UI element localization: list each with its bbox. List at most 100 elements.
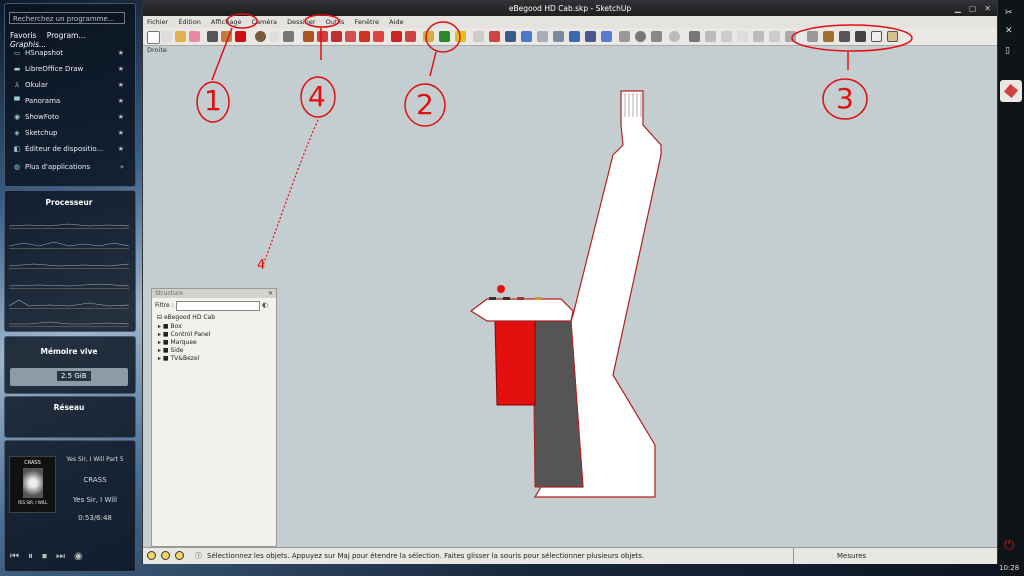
star-icon[interactable]: ★	[118, 94, 124, 109]
eraser-icon[interactable]	[189, 31, 200, 42]
outliner-root[interactable]: ⊟ eBegood HD Cab	[157, 314, 215, 321]
credits-icon[interactable]	[161, 551, 170, 560]
3d-text-icon[interactable]	[473, 31, 484, 42]
pan-icon[interactable]	[521, 31, 532, 42]
chevron-right-icon[interactable]: »	[120, 160, 124, 175]
view-front-icon[interactable]	[839, 31, 850, 42]
star-icon[interactable]: ★	[118, 78, 124, 93]
star-icon[interactable]: ★	[118, 62, 124, 77]
outliner-item[interactable]: ▸ ■ Box	[158, 323, 182, 330]
launcher-item[interactable]: ▭ HSnapshot ★	[12, 46, 124, 61]
zoom-extents-icon[interactable]	[585, 31, 596, 42]
launcher-item[interactable]: ◍ Plus d'applications »	[12, 160, 124, 175]
view-right-icon[interactable]	[855, 31, 866, 42]
menu-camera[interactable]: Caméra	[252, 18, 278, 26]
menu-outils[interactable]: Outils	[326, 18, 345, 26]
arc2-tool-icon[interactable]	[269, 31, 280, 42]
volume-icon[interactable]: ◉	[74, 551, 92, 562]
sketchup-task-icon[interactable]	[1000, 80, 1022, 102]
orbit-icon[interactable]	[505, 31, 516, 42]
outliner-item[interactable]: ▸ ■ TV&Bezel	[158, 355, 199, 362]
arc-tool-icon[interactable]	[235, 31, 246, 42]
outliner-item[interactable]: ▸ ■ Marquee	[158, 339, 197, 346]
launcher-item[interactable]: ◉ ShowFoto ★	[12, 110, 124, 125]
menu-fenetre[interactable]: Fenêtre	[354, 18, 379, 26]
geolocation-icon[interactable]	[147, 551, 156, 560]
help-icon[interactable]: ⓘ	[195, 548, 202, 564]
previous-icon[interactable]: ⏮	[10, 551, 28, 562]
style-shaded-icon[interactable]	[753, 31, 764, 42]
previous-view-icon[interactable]	[601, 31, 612, 42]
next-icon[interactable]: ⏭	[56, 551, 74, 562]
user-icon[interactable]	[175, 551, 184, 560]
style-xray-icon[interactable]	[705, 31, 716, 42]
network-icon[interactable]: ✕	[1005, 26, 1013, 36]
text-tool-icon[interactable]	[439, 31, 450, 42]
launcher-item[interactable]: ⅄ Okular ★	[12, 78, 124, 93]
select-tool-icon[interactable]	[147, 31, 160, 44]
protractor-icon[interactable]	[423, 31, 434, 42]
star-icon[interactable]: ★	[118, 126, 124, 141]
outliner-item[interactable]: ▸ ■ Side	[158, 347, 183, 354]
rectangle-tool-icon[interactable]	[221, 31, 232, 42]
power-icon[interactable]: ⏻	[1004, 538, 1014, 553]
section-plane-icon[interactable]	[489, 31, 500, 42]
position-camera-icon[interactable]	[619, 31, 630, 42]
paint-bucket-icon[interactable]	[175, 31, 186, 42]
menu-dessiner[interactable]: Dessiner	[287, 18, 315, 26]
axes-tool-icon[interactable]	[455, 31, 466, 42]
star-icon[interactable]: ★	[118, 142, 124, 157]
view-iso-icon[interactable]	[807, 31, 818, 42]
push-pull-icon[interactable]	[303, 31, 314, 42]
tab-favorites[interactable]: Favoris	[10, 31, 36, 40]
move-tool-icon[interactable]	[317, 31, 328, 42]
tab-programs[interactable]: Program...	[47, 31, 86, 40]
stop-icon[interactable]: ⏹	[42, 551, 56, 562]
view-back-icon[interactable]	[871, 31, 882, 42]
follow-me-icon[interactable]	[345, 31, 356, 42]
launcher-item[interactable]: ▬ LibreOffice Draw ★	[12, 62, 124, 77]
geo-icon[interactable]	[669, 31, 680, 42]
polygon-tool-icon[interactable]	[283, 31, 294, 42]
view-left-icon[interactable]	[887, 31, 898, 42]
menu-aide[interactable]: Aide	[389, 18, 403, 26]
minimize-icon[interactable]: ▁	[955, 4, 961, 13]
filter-input[interactable]	[176, 301, 260, 311]
menu-edition[interactable]: Édition	[178, 18, 201, 26]
launcher-item[interactable]: ◧ Éditeur de dispositio... ★	[12, 142, 124, 157]
walk-icon[interactable]	[651, 31, 662, 42]
outliner-item[interactable]: ▸ ■ Control Panel	[158, 331, 210, 338]
maximize-icon[interactable]: ▢	[969, 4, 977, 13]
scale-tool-icon[interactable]	[359, 31, 370, 42]
layers-icon[interactable]	[689, 31, 700, 42]
rotate-tool-icon[interactable]	[331, 31, 342, 42]
view-top-icon[interactable]	[823, 31, 834, 42]
style-wireframe-icon[interactable]	[721, 31, 732, 42]
tape-measure-icon[interactable]	[391, 31, 402, 42]
style-textured-icon[interactable]	[769, 31, 780, 42]
offset-tool-icon[interactable]	[373, 31, 384, 42]
menu-affichage[interactable]: Affichage	[211, 18, 242, 26]
window-titlebar[interactable]: eBegood HD Cab.skp - SketchUp ▁ ▢ ✕	[143, 1, 997, 16]
menu-fichier[interactable]: Fichier	[147, 18, 168, 26]
line-tool-icon[interactable]	[207, 31, 218, 42]
star-icon[interactable]: ★	[118, 110, 124, 125]
close-icon[interactable]: ✕	[268, 290, 273, 297]
details-icon[interactable]: ◐	[262, 301, 268, 309]
zoom-icon[interactable]	[553, 31, 564, 42]
style-monochrome-icon[interactable]	[785, 31, 796, 42]
star-icon[interactable]: ★	[118, 46, 124, 61]
pause-icon[interactable]: ⏸	[28, 551, 42, 562]
battery-icon[interactable]: ▯	[1005, 46, 1010, 56]
search-input[interactable]: Recherchez un programme...	[9, 12, 125, 24]
style-hidden-line-icon[interactable]	[737, 31, 748, 42]
launcher-item[interactable]: ▀ Panorama ★	[12, 94, 124, 109]
zoom-window-icon[interactable]	[569, 31, 580, 42]
launcher-item[interactable]: ◈ Sketchup ★	[12, 126, 124, 141]
look-around-icon[interactable]	[635, 31, 646, 42]
component-tool-icon[interactable]	[161, 31, 172, 42]
close-icon[interactable]: ✕	[984, 4, 991, 13]
dimension-icon[interactable]	[405, 31, 416, 42]
hand-icon[interactable]	[537, 31, 548, 42]
circle-tool-icon[interactable]	[255, 31, 266, 42]
